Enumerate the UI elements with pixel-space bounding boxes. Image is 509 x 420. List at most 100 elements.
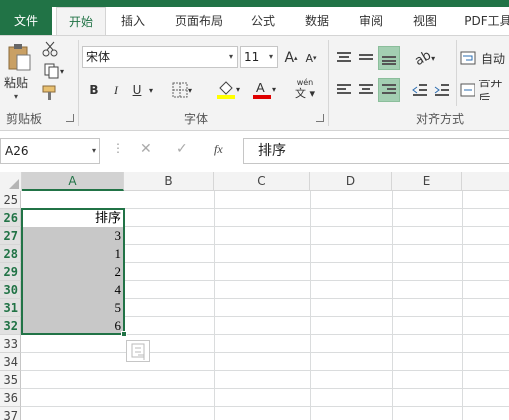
copy-button[interactable]: ▾ — [40, 62, 68, 80]
column-header-a[interactable]: A — [22, 172, 124, 191]
row-header-31[interactable]: 31 — [0, 299, 21, 317]
borders-button[interactable]: ▾ — [168, 80, 196, 100]
separator — [456, 40, 457, 106]
font-color-icon: A — [252, 80, 271, 99]
row-header-37[interactable]: 37 — [0, 407, 21, 420]
quick-analysis-button[interactable] — [126, 340, 150, 362]
tab-pdf-tools[interactable]: PDF工具 — [458, 7, 509, 35]
cut-button[interactable] — [40, 40, 60, 58]
formula-input[interactable]: 排序 — [243, 138, 509, 164]
paste-dropdown-icon[interactable]: ▾ — [14, 92, 18, 101]
align-left-icon — [337, 84, 351, 94]
cancel-icon[interactable]: ✕ — [140, 141, 152, 157]
clipboard-launcher-icon[interactable] — [66, 114, 74, 122]
ribbon-home: 粘贴 ▾ ▾ 剪贴板 宋体 ▾ 11 ▾ A ▴ A ▾ B I U ▾ ▾ ▾… — [0, 35, 509, 131]
font-size-value: 11 — [244, 50, 260, 64]
row-header-34[interactable]: 34 — [0, 353, 21, 371]
row-header-29[interactable]: 29 — [0, 263, 21, 281]
tab-page-layout[interactable]: 页面布局 — [166, 7, 232, 35]
decrease-indent-icon — [412, 84, 427, 96]
merge-center-button[interactable]: 合并后 — [460, 80, 509, 100]
shrink-font-button[interactable]: A ▾ — [302, 48, 320, 68]
paste-icon — [8, 44, 31, 71]
align-bottom-button[interactable] — [378, 46, 400, 70]
font-name-combo[interactable]: 宋体 ▾ — [82, 46, 238, 68]
ribbon-tab-bar: 文件 开始 插入 页面布局 公式 数据 审阅 视图 PDF工具 — [0, 7, 509, 35]
chevron-down-icon[interactable]: ▾ — [225, 47, 237, 67]
formula-bar: A26 ▾ ⋮ ✕ ✓ fx 排序 — [0, 138, 509, 164]
align-middle-button[interactable] — [356, 48, 376, 68]
tab-home[interactable]: 开始 — [56, 7, 106, 35]
name-box[interactable]: A26 ▾ — [0, 138, 100, 164]
more-icon: ⋮ — [112, 141, 124, 155]
wrap-text-button[interactable]: 自动 — [460, 48, 509, 68]
fill-color-button[interactable]: ▾ — [212, 78, 244, 100]
row-header-30[interactable]: 30 — [0, 281, 21, 299]
merge-cells-icon — [460, 83, 476, 97]
wrap-text-icon — [460, 51, 476, 65]
grow-font-button[interactable]: A ▴ — [282, 48, 300, 68]
phonetic-button[interactable]: wén 文 ▾ — [288, 76, 322, 102]
tab-review[interactable]: 审阅 — [350, 7, 392, 35]
column-header-c[interactable]: C — [214, 172, 310, 191]
fill-handle[interactable] — [121, 331, 127, 337]
italic-button[interactable]: I — [106, 80, 126, 100]
column-header-b[interactable]: B — [124, 172, 214, 191]
format-painter-button[interactable] — [40, 84, 60, 102]
orientation-button[interactable]: ab ▾ — [410, 47, 440, 69]
align-left-button[interactable] — [334, 80, 354, 100]
tab-view[interactable]: 视图 — [404, 7, 446, 35]
row-header-25[interactable]: 25 — [0, 191, 21, 209]
align-right-button[interactable] — [378, 78, 400, 102]
name-box-dropdown-icon[interactable]: ▾ — [92, 139, 96, 163]
font-group-label: 字体 — [184, 112, 209, 126]
phonetic-label: wén — [296, 78, 314, 87]
tab-insert[interactable]: 插入 — [112, 7, 154, 35]
clipboard-group-label: 剪贴板 — [6, 112, 43, 126]
font-name-value: 宋体 — [86, 50, 111, 64]
font-color-button[interactable]: A ▾ — [248, 78, 280, 100]
paste-label[interactable]: 粘贴 — [4, 74, 38, 91]
align-center-button[interactable] — [356, 80, 376, 100]
chevron-down-icon[interactable]: ▾ — [265, 47, 277, 67]
fill-bucket-icon — [216, 81, 235, 99]
tab-formulas[interactable]: 公式 — [242, 7, 284, 35]
orientation-icon: ab — [412, 47, 434, 69]
row-header-27[interactable]: 27 — [0, 227, 21, 245]
column-header-e[interactable]: E — [392, 172, 462, 191]
insert-function-icon[interactable]: fx — [214, 142, 223, 157]
row-header-26[interactable]: 26 — [0, 209, 21, 227]
merge-label: 合并后 — [478, 80, 503, 100]
tab-data[interactable]: 数据 — [296, 7, 338, 35]
align-right-icon — [382, 84, 396, 94]
underline-dropdown-icon[interactable]: ▾ — [146, 80, 156, 100]
column-header-d[interactable]: D — [310, 172, 392, 191]
tab-file[interactable]: 文件 — [0, 7, 52, 35]
increase-indent-button[interactable] — [432, 80, 452, 100]
select-all-triangle-icon — [9, 179, 19, 189]
copy-dropdown-icon: ▾ — [59, 66, 64, 76]
name-box-value: A26 — [5, 144, 29, 158]
row-header-33[interactable]: 33 — [0, 335, 21, 353]
underline-button[interactable]: U — [128, 80, 146, 100]
bold-button[interactable]: B — [84, 80, 104, 100]
increase-indent-icon — [434, 84, 449, 96]
title-strip — [0, 0, 509, 7]
enter-checkmark-icon[interactable]: ✓ — [176, 141, 188, 157]
row-header-36[interactable]: 36 — [0, 389, 21, 407]
align-bottom-icon — [382, 56, 396, 65]
excel-window: 文件 开始 插入 页面布局 公式 数据 审阅 视图 PDF工具 粘贴 ▾ ▾ 剪… — [0, 0, 509, 420]
cell-a25[interactable] — [22, 191, 124, 209]
grow-font-icon: A — [284, 50, 295, 66]
shrink-font-icon: A — [305, 51, 313, 65]
paste-button[interactable] — [4, 42, 34, 72]
row-header-28[interactable]: 28 — [0, 245, 21, 263]
align-top-button[interactable] — [334, 48, 354, 68]
decrease-indent-button[interactable] — [410, 80, 430, 100]
row-header-32[interactable]: 32 — [0, 317, 21, 335]
select-all-button[interactable] — [0, 172, 22, 191]
separator — [78, 40, 79, 126]
font-size-combo[interactable]: 11 ▾ — [240, 46, 278, 68]
font-launcher-icon[interactable] — [316, 114, 324, 122]
row-header-35[interactable]: 35 — [0, 371, 21, 389]
